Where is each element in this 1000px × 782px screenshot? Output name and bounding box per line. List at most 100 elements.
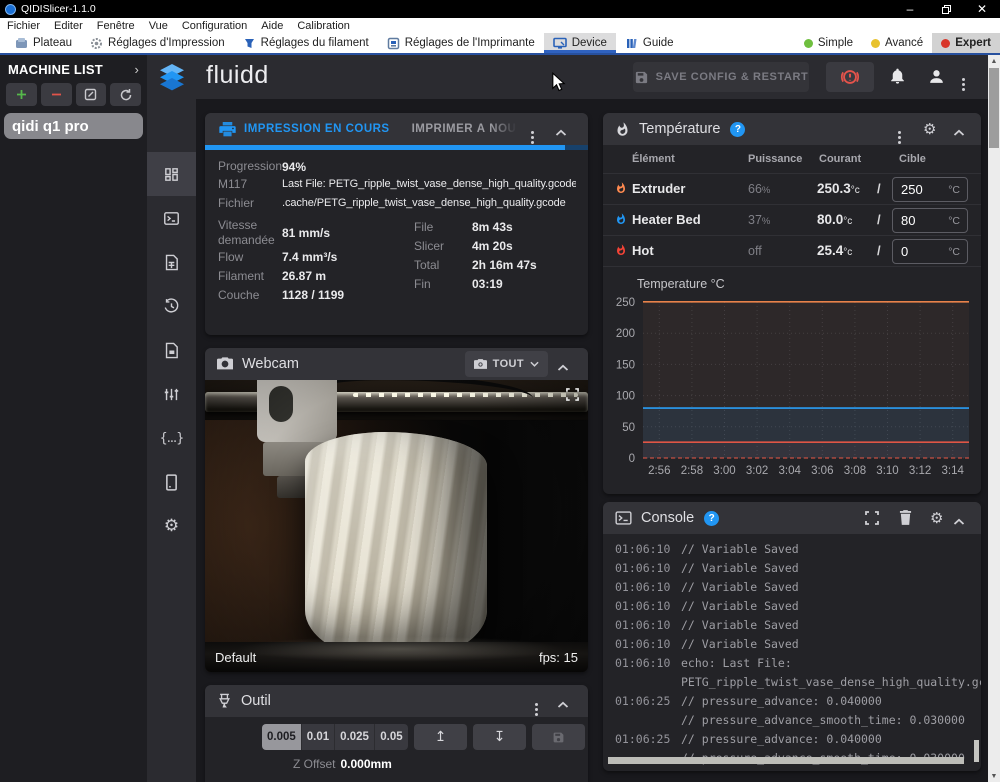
machine-item[interactable]: qidi q1 pro: [4, 113, 143, 139]
topbar-menu-kebab-icon[interactable]: [962, 68, 965, 91]
menu-item[interactable]: Calibration: [290, 20, 357, 32]
menu-item[interactable]: Editer: [47, 20, 90, 32]
edit-machine-button[interactable]: [76, 83, 107, 106]
console-settings-icon[interactable]: ⚙: [930, 509, 943, 527]
user-icon[interactable]: [927, 67, 946, 91]
mode-simple[interactable]: Simple: [795, 33, 862, 53]
sidebar-item-configure[interactable]: {...}: [147, 416, 196, 460]
temp-panel-collapse-icon[interactable]: [953, 125, 965, 141]
console-fullscreen-icon[interactable]: [865, 511, 879, 529]
help-icon[interactable]: ?: [730, 122, 745, 137]
menu-item[interactable]: Vue: [142, 20, 175, 32]
menu-item[interactable]: Fichier: [0, 20, 47, 32]
svg-text:3:04: 3:04: [779, 465, 802, 477]
avance-dot: [871, 39, 880, 48]
heater-row: Heater Bed 37% 80.0°c / 80°C: [603, 205, 981, 236]
restore-button[interactable]: [928, 0, 964, 18]
sidebar-item-gcode-preview[interactable]: [147, 328, 196, 372]
sidebar-item-dashboard[interactable]: [147, 152, 196, 196]
svg-text:3:08: 3:08: [844, 465, 866, 477]
console-line: 01:06:10 // Variable Saved: [615, 635, 981, 654]
target-temp-input[interactable]: 250°C: [892, 177, 968, 202]
svg-text:50: 50: [622, 422, 635, 434]
console-line: 01:06:10 // Variable Saved: [615, 540, 981, 559]
machine-list-collapse-icon[interactable]: ›: [134, 62, 139, 77]
z-offset-save-button[interactable]: [532, 724, 585, 750]
print-status-panel: IMPRESSION EN COURS IMPRIMER À NOU Progr…: [205, 113, 588, 335]
refresh-machine-button[interactable]: [110, 83, 141, 106]
save-config-restart-button[interactable]: SAVE CONFIG & RESTART: [633, 62, 809, 92]
target-temp-input[interactable]: 0°C: [892, 239, 968, 264]
webcam-title: Webcam: [242, 356, 299, 372]
console-output[interactable]: 01:06:10 // Variable Saved 01:06:10 // V…: [603, 534, 981, 771]
tool-panel-kebab-icon[interactable]: [535, 694, 538, 716]
add-machine-button[interactable]: [6, 83, 37, 106]
webcam-panel: Webcam TOUT: [205, 348, 588, 672]
print-panel-kebab-icon[interactable]: [531, 122, 534, 144]
sidebar-item-history[interactable]: [147, 284, 196, 328]
tab-device[interactable]: Device: [544, 33, 616, 53]
z-offset-down-button[interactable]: ↧: [473, 724, 526, 750]
camera-icon: [474, 359, 487, 370]
mode-expert[interactable]: Expert: [932, 33, 1000, 53]
z-step-button[interactable]: 0.025: [335, 724, 375, 750]
print-panel-collapse-icon[interactable]: [555, 125, 567, 141]
webcam-fullscreen-icon[interactable]: [566, 388, 579, 406]
minimize-button[interactable]: –: [892, 0, 928, 18]
temp-panel-kebab-icon[interactable]: [898, 122, 901, 144]
tab-reglages-impression[interactable]: Réglages d'Impression: [81, 33, 234, 53]
menu-item[interactable]: Aide: [254, 20, 290, 32]
mode-selector: Simple Avancé Expert: [795, 33, 1000, 53]
sidebar-item-system[interactable]: [147, 460, 196, 504]
camera-icon: [217, 357, 233, 371]
tab-guide[interactable]: Guide: [616, 33, 683, 53]
webcam-collapse-icon[interactable]: [557, 360, 569, 376]
flame-icon: [615, 213, 627, 228]
help-icon[interactable]: ?: [704, 511, 719, 526]
printer-icon: [219, 122, 236, 137]
tab-imprimer-a-nouveau[interactable]: IMPRIMER À NOU: [412, 123, 517, 135]
sidebar-item-settings[interactable]: ⚙: [147, 504, 196, 548]
tab-impression-en-cours[interactable]: IMPRESSION EN COURS: [219, 122, 390, 137]
z-step-button[interactable]: 0.05: [375, 724, 408, 750]
menu-item[interactable]: Fenêtre: [90, 20, 142, 32]
sidebar-item-jobs[interactable]: [147, 240, 196, 284]
svg-text:200: 200: [616, 328, 635, 340]
console-line: 01:06:25 // pressure_advance: 0.040000: [615, 692, 981, 711]
close-button[interactable]: ✕: [964, 0, 1000, 18]
tool-panel-collapse-icon[interactable]: [557, 697, 569, 713]
emergency-stop-button[interactable]: [826, 62, 874, 92]
svg-text:150: 150: [616, 359, 635, 371]
window-scrollbar[interactable]: ▲ ▼: [988, 55, 1000, 782]
z-offset-up-button[interactable]: ↥: [414, 724, 467, 750]
mode-avance[interactable]: Avancé: [862, 33, 932, 53]
tool-title: Outil: [241, 693, 271, 709]
machine-list-panel: MACHINE LIST › qidi q1 pro: [0, 55, 147, 782]
scrollbar-thumb[interactable]: [989, 68, 999, 148]
z-step-button[interactable]: 0.01: [302, 724, 335, 750]
console-collapse-icon[interactable]: [953, 514, 965, 530]
save-icon: [634, 70, 649, 85]
webcam-source-button[interactable]: TOUT: [465, 351, 548, 377]
tab-reglages-imprimante[interactable]: Réglages de l'Imprimante: [378, 33, 544, 53]
sidebar-item-tune[interactable]: [147, 372, 196, 416]
notifications-bell-icon[interactable]: [888, 67, 907, 91]
menu-item[interactable]: Configuration: [175, 20, 254, 32]
z-step-button[interactable]: 0.005: [262, 724, 302, 750]
sidebar-item-console[interactable]: [147, 196, 196, 240]
console-vertical-scrollbar[interactable]: [974, 740, 979, 762]
console-trash-icon[interactable]: [899, 510, 912, 529]
console-line: // pressure_advance_smooth_time: 0.03000…: [615, 711, 981, 730]
fluidd-logo-icon[interactable]: [147, 55, 196, 99]
tab-reglages-filament[interactable]: Réglages du filament: [234, 33, 378, 53]
qidislicer-window: QIDISlicer-1.1.0 – ✕ FichierEditerFenêtr…: [0, 0, 1000, 782]
temp-panel-settings-icon[interactable]: ⚙: [923, 120, 936, 138]
estop-icon: [839, 66, 861, 88]
console-horizontal-scrollbar[interactable]: [608, 757, 964, 764]
heater-row: Extruder 66% 250.3°c / 250°C: [603, 174, 981, 205]
flame-icon: [615, 244, 627, 259]
remove-machine-button[interactable]: [41, 83, 72, 106]
nozzle-icon: [217, 693, 232, 709]
target-temp-input[interactable]: 80°C: [892, 208, 968, 233]
tab-plateau[interactable]: Plateau: [6, 33, 81, 53]
